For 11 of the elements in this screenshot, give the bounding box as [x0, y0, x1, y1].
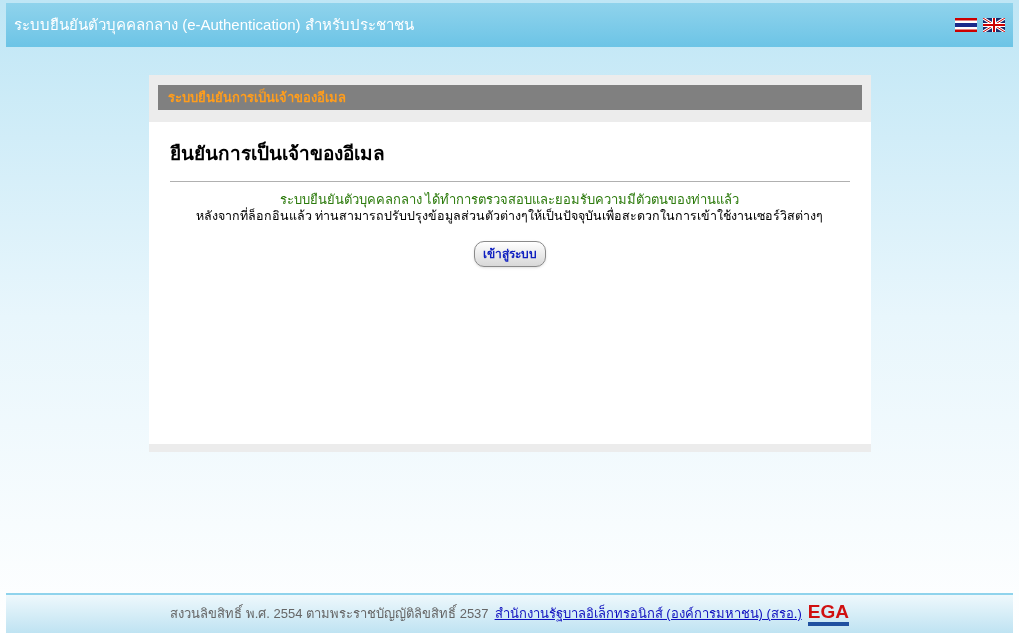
page-heading: ยืนยันการเป็นเจ้าของอีเมล [169, 140, 385, 166]
ega-logo: EGA [807, 602, 849, 626]
uk-flag-icon[interactable] [983, 18, 1005, 32]
copyright-text: สงวนลิขสิทธิ์ พ.ศ. 2554 ตามพระราชบัญญัติลิขสิทธิ์ 2537 [170, 604, 489, 624]
site-title: ระบบยืนยันตัวบุคคลกลาง (e-Authentication) สำหรับประชาชน [14, 14, 414, 37]
info-message: หลังจากที่ล็อกอินแล้ว ท่านสามารถปรับปรุงข้อมูลส่วนตัวต่างๆให้เป็นปัจจุบันเพื่อสะดวกในการเข้าใช้งานเซอร์วิสต่างๆ [195, 207, 824, 225]
organization-link[interactable]: สำนักงานรัฐบาลอิเล็กทรอนิกส์ (องค์การมหาชน) (สรอ.) [494, 604, 802, 624]
panel-title: ระบบยืนยันการเป็นเจ้าของอีเมล [167, 87, 346, 107]
login-button[interactable]: เข้าสู่ระบบ [473, 240, 546, 267]
success-message: ระบบยืนยันตัวบุคคลกลาง ได้ทำการตรวจสอบและยอมรับความมีตัวตนของท่านแล้ว [279, 190, 740, 208]
thai-flag-icon[interactable] [955, 18, 977, 32]
